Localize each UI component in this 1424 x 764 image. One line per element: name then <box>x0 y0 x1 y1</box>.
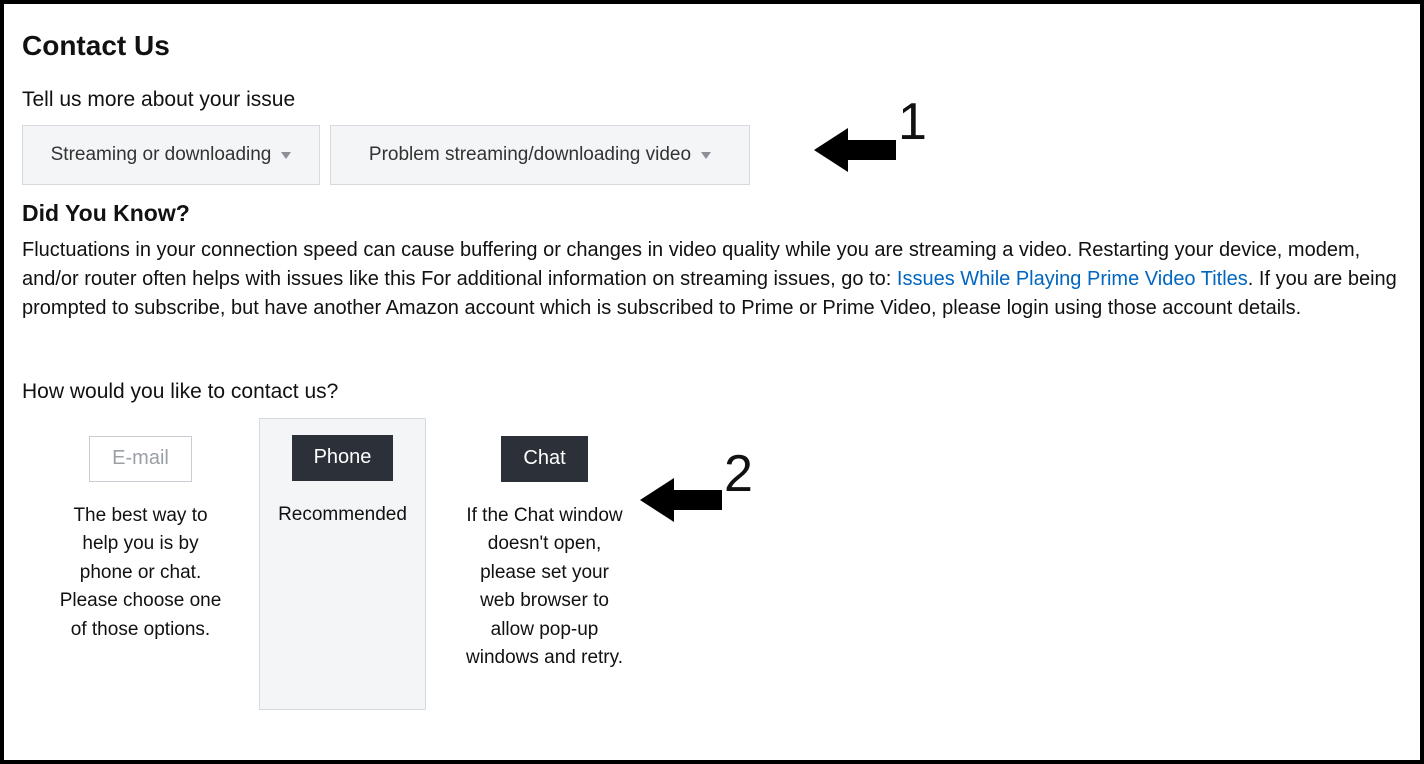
contact-options: E-mail The best way to help you is by ph… <box>58 420 1402 711</box>
annotation-2-number: 2 <box>724 448 753 500</box>
annotation-2: 2 <box>640 472 753 528</box>
option-chat: Chat If the Chat window doesn't open, pl… <box>462 420 627 673</box>
option-phone: Phone Recommended <box>259 418 426 711</box>
contact-method-prompt: How would you like to contact us? <box>22 377 1402 407</box>
chevron-down-icon <box>701 152 711 159</box>
issue-category-dropdown[interactable]: Streaming or downloading <box>22 125 320 185</box>
option-chat-button-wrap: Chat <box>462 420 627 498</box>
did-you-know-text: Fluctuations in your connection speed ca… <box>22 236 1402 323</box>
option-email-button-wrap: E-mail <box>58 420 223 498</box>
arrow-left-icon <box>640 472 722 528</box>
issue-subcategory-label: Problem streaming/downloading video <box>369 141 691 169</box>
phone-note: Recommended <box>278 501 407 530</box>
chevron-down-icon <box>281 152 291 159</box>
issue-prompt: Tell us more about your issue <box>22 85 1402 115</box>
phone-button[interactable]: Phone <box>292 435 394 481</box>
annotation-1: 1 <box>814 122 927 178</box>
dropdown-row: Streaming or downloading Problem streami… <box>22 125 1402 185</box>
email-button[interactable]: E-mail <box>89 436 192 482</box>
chat-button[interactable]: Chat <box>501 436 587 482</box>
issue-category-label: Streaming or downloading <box>51 141 272 169</box>
page-frame: Contact Us Tell us more about your issue… <box>0 0 1424 764</box>
did-you-know-heading: Did You Know? <box>22 197 1402 230</box>
email-note: The best way to help you is by phone or … <box>58 502 223 645</box>
option-email: E-mail The best way to help you is by ph… <box>58 420 223 645</box>
option-phone-button-wrap: Phone <box>260 419 425 497</box>
issues-link[interactable]: Issues While Playing Prime Video Titles <box>897 268 1248 290</box>
page-title: Contact Us <box>22 26 1402 67</box>
chat-note: If the Chat window doesn't open, please … <box>462 502 627 673</box>
annotation-1-number: 1 <box>898 96 927 148</box>
arrow-left-icon <box>814 122 896 178</box>
issue-subcategory-dropdown[interactable]: Problem streaming/downloading video <box>330 125 750 185</box>
